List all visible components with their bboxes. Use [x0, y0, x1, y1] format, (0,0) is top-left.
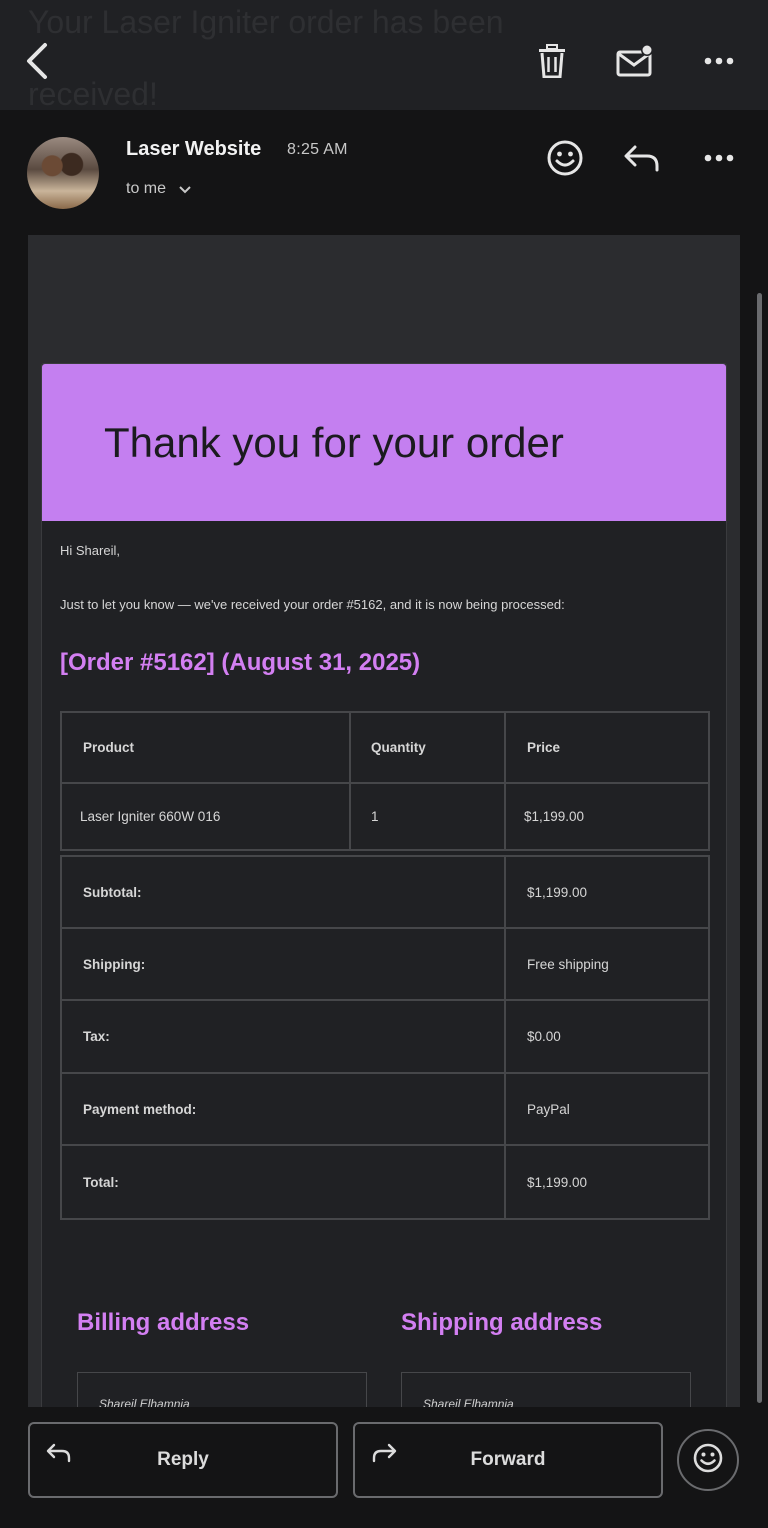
column-header-price: Price — [527, 740, 561, 755]
sender-header: Laser Website 8:25 AM to me — [0, 110, 768, 235]
table-row: Payment method: PayPal — [62, 1074, 708, 1146]
totals-label: Tax: — [62, 1001, 506, 1072]
shipping-address-title: Shipping address — [401, 1309, 603, 1336]
totals-label: Payment method: — [62, 1074, 506, 1144]
bottom-action-bar: Reply Forward — [0, 1408, 768, 1528]
column-header-quantity: Quantity — [351, 713, 506, 782]
sent-time: 8:25 AM — [287, 141, 348, 158]
billing-address-title: Billing address — [77, 1309, 250, 1336]
top-app-bar: Your Laser Igniter order has been receiv… — [0, 0, 768, 110]
banner-title: Thank you for your order — [104, 419, 564, 466]
order-items-table: Product Quantity Price Laser Igniter 660… — [60, 711, 710, 851]
trash-icon[interactable] — [527, 36, 577, 86]
scrollbar[interactable] — [757, 293, 762, 1403]
totals-label: Total: — [62, 1146, 506, 1218]
greeting: Hi Shareil, — [60, 543, 120, 558]
shipping-address-box: Shareil Elhamnia — [401, 1372, 691, 1407]
sender-name: Laser Website — [126, 138, 262, 160]
emoji-icon — [692, 1442, 724, 1479]
table-row: Tax: $0.00 — [62, 1001, 708, 1074]
totals-value: $1,199.00 — [527, 884, 588, 900]
billing-address-box: Shareil Elhamnia — [77, 1372, 367, 1407]
header-banner: Thank you for your order — [42, 364, 726, 521]
emoji-react-icon[interactable] — [542, 135, 588, 181]
table-row: Shipping: Free shipping — [62, 929, 708, 1001]
mark-unread-icon[interactable] — [610, 36, 660, 86]
more-icon[interactable] — [694, 36, 744, 86]
forward-label: Forward — [470, 1449, 546, 1470]
totals-value: $1,199.00 — [527, 1174, 588, 1190]
order-totals-table: Subtotal: $1,199.00 Shipping: Free shipp… — [60, 855, 710, 1220]
totals-label: Shipping: — [62, 929, 506, 999]
reply-button[interactable]: Reply — [28, 1422, 338, 1498]
totals-value: PayPal — [527, 1101, 570, 1117]
totals-label: Subtotal: — [62, 857, 506, 927]
product-price: $1,199.00 — [524, 809, 585, 824]
shipping-name: Shareil Elhamnia — [423, 1397, 514, 1407]
table-header-row: Product Quantity Price — [62, 713, 708, 784]
product-quantity: 1 — [351, 784, 506, 849]
billing-name: Shareil Elhamnia — [99, 1397, 190, 1407]
table-row: Laser Igniter 660W 016 1 $1,199.00 — [62, 784, 708, 849]
back-arrow-icon[interactable] — [13, 36, 63, 86]
recipient-label[interactable]: to me — [126, 180, 166, 198]
product-name: Laser Igniter 660W 016 — [62, 784, 351, 849]
subject-title: Your Laser Igniter order has been receiv… — [28, 4, 504, 110]
avatar[interactable] — [27, 137, 99, 209]
emoji-reaction-button[interactable] — [677, 1429, 739, 1491]
column-header-product: Product — [62, 713, 351, 782]
table-row: Total: $1,199.00 — [62, 1146, 708, 1218]
totals-value: $0.00 — [527, 1029, 561, 1044]
table-row: Subtotal: $1,199.00 — [62, 857, 708, 929]
reply-label: Reply — [157, 1449, 209, 1470]
email-body: Thank you for your order Hi Shareil, Jus… — [28, 235, 740, 1407]
more-icon[interactable] — [696, 135, 742, 181]
intro-text: Just to let you know — we've received yo… — [60, 597, 565, 612]
order-email-card: Thank you for your order Hi Shareil, Jus… — [41, 363, 727, 1407]
forward-button[interactable]: Forward — [353, 1422, 663, 1498]
order-heading[interactable]: [Order #5162] (August 31, 2025) — [60, 649, 420, 677]
chevron-down-icon[interactable] — [178, 182, 192, 201]
totals-value: Free shipping — [527, 956, 609, 972]
reply-icon[interactable] — [619, 135, 665, 181]
